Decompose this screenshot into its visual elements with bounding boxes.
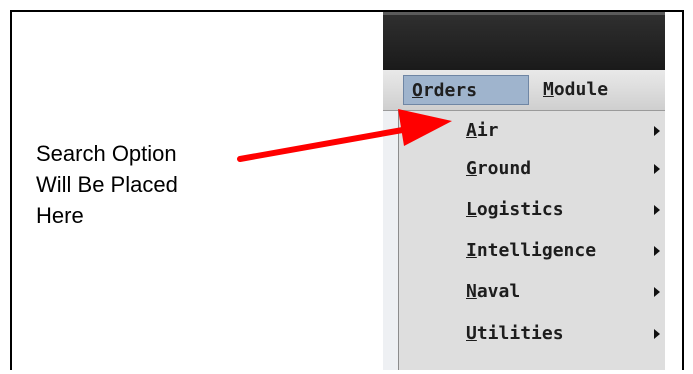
pointer-arrow-icon — [237, 109, 452, 162]
